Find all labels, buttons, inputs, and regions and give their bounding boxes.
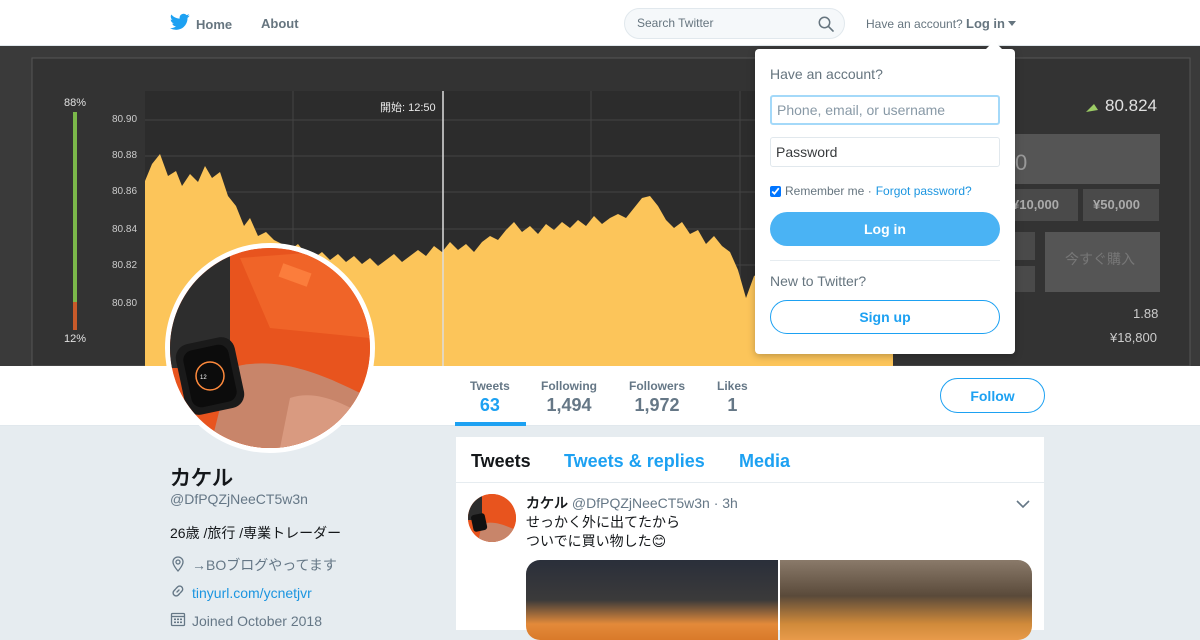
y-tick-label: 80.80 [112, 298, 137, 309]
payout-rate: 1.88 [1133, 306, 1158, 321]
tweet-avatar[interactable] [468, 494, 516, 542]
tweet[interactable]: カケル @DfPQZjNeeCT5w3n · 3h せっかく外に出てたから つい… [456, 484, 1044, 640]
tab-tweets-replies[interactable]: Tweets & replies [564, 451, 705, 472]
new-to-twitter-text: New to Twitter? [770, 273, 867, 289]
tweet-text: せっかく外に出てたから ついでに買い物した😊 [526, 513, 680, 551]
username-field[interactable] [770, 95, 1000, 125]
twitter-bird-icon [169, 13, 190, 36]
tweet-author-handle[interactable]: @DfPQZjNeeCT5w3n [572, 495, 710, 511]
active-stat-underline [455, 422, 526, 426]
stat-likes[interactable]: Likes 1 [717, 379, 748, 416]
stat-value: 1 [727, 395, 738, 415]
signup-button[interactable]: Sign up [770, 300, 1000, 334]
caret-down-icon[interactable] [1008, 21, 1016, 26]
buy-now-button: 今すぐ購入 [1065, 251, 1135, 267]
y-tick-label: 80.82 [112, 260, 137, 271]
stat-following[interactable]: Following 1,494 [541, 379, 597, 416]
stat-followers[interactable]: Followers 1,972 [629, 379, 685, 416]
nav-about-link[interactable]: About [261, 16, 299, 31]
profile-location: →BOブログやってます [170, 555, 337, 575]
profile-handle[interactable]: @DfPQZjNeeCT5w3n [170, 491, 308, 507]
stat-value: 1,494 [546, 395, 592, 415]
calendar-icon [170, 611, 186, 630]
profile-avatar[interactable]: 12 [165, 243, 375, 453]
tweet-text-line: せっかく外に出てたから [526, 514, 680, 530]
amount-10000-button: ¥10,000 [1012, 197, 1059, 212]
stat-label: Followers [629, 379, 686, 393]
payout-amount: ¥18,800 [1109, 330, 1157, 345]
forgot-password-link[interactable]: Forgot password? [876, 184, 972, 198]
have-account-text: Have an account? [866, 17, 963, 31]
tweet-photo[interactable] [780, 560, 1032, 640]
location-pin-icon [170, 555, 186, 575]
y-tick-label: 80.84 [112, 224, 137, 235]
location-text: →BOブログやってます [192, 557, 337, 573]
profile-url-link[interactable]: tinyurl.com/ycnetjvr [192, 585, 312, 601]
login-dropdown-title: Have an account? [770, 66, 883, 82]
tweet-media[interactable] [526, 560, 1032, 640]
login-dropdown: Have an account? Remember me · Forgot pa… [755, 41, 1015, 354]
profile-url: tinyurl.com/ycnetjvr [170, 583, 312, 602]
gauge-bottom-percent: 12% [64, 333, 86, 345]
y-tick-label: 80.90 [112, 114, 137, 125]
follow-button[interactable]: Follow [940, 378, 1045, 413]
svg-text:12: 12 [200, 375, 207, 381]
timeline: Tweets Tweets & replies Media カケル @DfPQZ… [456, 437, 1044, 640]
stat-label: Likes [717, 379, 748, 393]
gauge-top-percent: 88% [64, 97, 86, 109]
login-dropdown-toggle[interactable]: Log in [966, 16, 1005, 31]
remember-me-row: Remember me · Forgot password? [770, 184, 972, 198]
stat-value: 1,972 [634, 395, 680, 415]
tweet-timestamp[interactable]: · 3h [714, 495, 738, 511]
login-button[interactable]: Log in [770, 212, 1000, 246]
top-navigation: Home About Have an account? Log in [0, 0, 1200, 46]
tab-tweets[interactable]: Tweets [471, 451, 531, 472]
search-box [624, 8, 845, 39]
timeline-tabs: Tweets Tweets & replies Media [456, 437, 1044, 483]
y-tick-label: 80.86 [112, 186, 137, 197]
search-icon[interactable] [818, 16, 834, 37]
dropdown-arrow [986, 41, 1002, 49]
amount-value: 0 [1015, 150, 1027, 175]
remember-me-label: Remember me · [785, 184, 872, 198]
nav-home[interactable]: Home [169, 13, 233, 36]
joined-text: Joined October 2018 [192, 612, 322, 629]
chart-start-label: 開始: 12:50 [380, 100, 436, 114]
tab-media[interactable]: Media [739, 451, 790, 472]
tweet-photo[interactable] [526, 560, 778, 640]
remember-me-checkbox[interactable] [770, 185, 781, 197]
profile-joined: Joined October 2018 [170, 611, 322, 630]
amount-50000-button: ¥50,000 [1093, 197, 1140, 212]
stat-value: 63 [479, 395, 500, 415]
chevron-down-icon[interactable] [1016, 496, 1030, 514]
tweet-author-name[interactable]: カケル [526, 495, 568, 511]
stat-label: Tweets [470, 379, 510, 393]
password-field[interactable] [770, 137, 1000, 167]
tweet-header: カケル @DfPQZjNeeCT5w3n · 3h [526, 493, 738, 513]
stat-label: Following [541, 379, 597, 393]
tweet-text-line: ついでに買い物した😊 [526, 533, 667, 549]
price-label: 80.824 [1105, 96, 1157, 115]
nav-home-label: Home [196, 17, 233, 32]
link-icon [170, 583, 186, 602]
search-input[interactable] [637, 16, 807, 30]
y-tick-label: 80.88 [112, 150, 137, 161]
divider [770, 260, 1000, 261]
stat-tweets[interactable]: Tweets 63 [470, 379, 510, 416]
profile-name[interactable]: カケル [170, 462, 233, 492]
profile-bio: 26歳 /旅行 /専業トレーダー [170, 525, 342, 541]
